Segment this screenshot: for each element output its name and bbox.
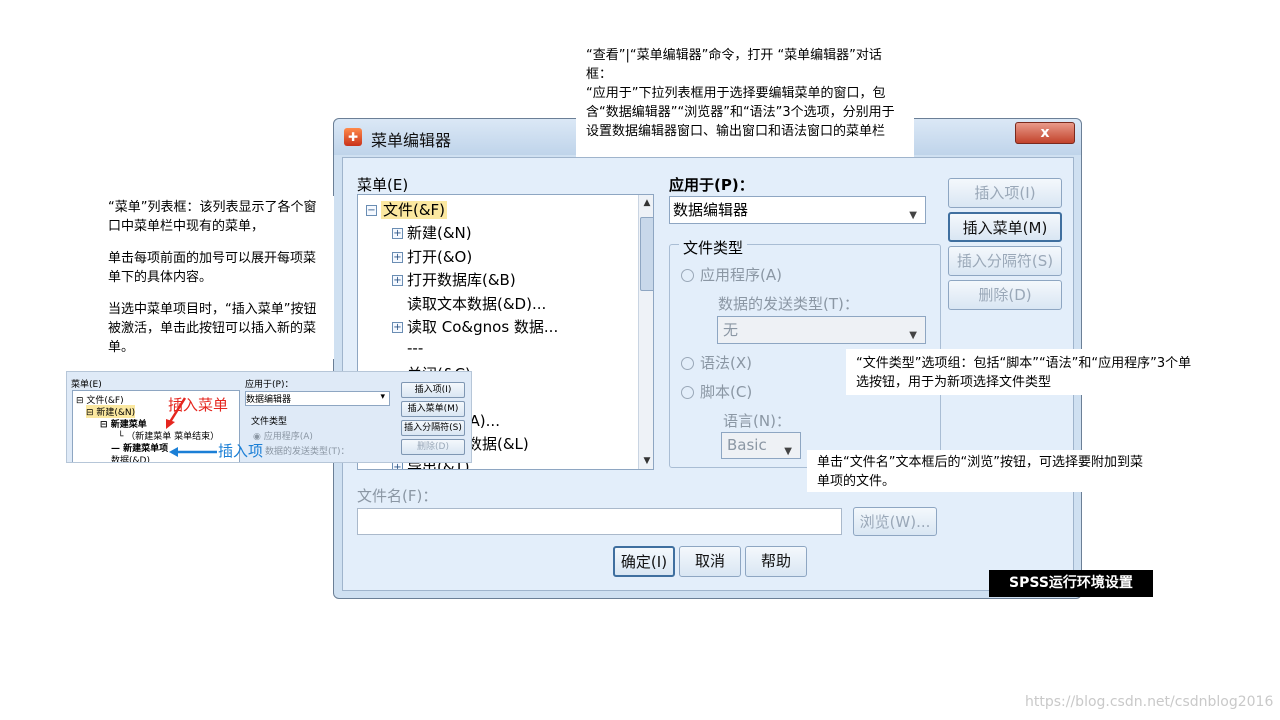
scroll-down-icon[interactable]: ▼ (639, 453, 653, 469)
tree-item-label: 读取 Co&gnos 数据... (407, 318, 559, 336)
watermark: https://blog.csdn.net/csdnblog2016 (1025, 694, 1274, 710)
apply-to-select[interactable]: 数据编辑器 ▼ (669, 196, 926, 224)
tree-item-label: 读取文本数据(&D)... (407, 294, 547, 313)
send-type-label: 数据的发送类型(T)： (718, 295, 859, 313)
app-icon: ✚ (344, 128, 362, 146)
radio-script[interactable]: 脚本(C) (681, 381, 752, 402)
close-icon: x (1040, 125, 1050, 141)
expand-icon[interactable]: + (392, 322, 403, 333)
ok-button[interactable]: 确定(I) (613, 546, 675, 577)
scroll-thumb[interactable] (640, 217, 653, 291)
tree-item-label: 打开(&O) (407, 247, 473, 266)
send-type-select[interactable]: 无 ▼ (717, 316, 926, 344)
tree-item[interactable]: + 新建(&N) (392, 222, 472, 243)
apply-to-label: 应用于(P)： (669, 176, 754, 194)
insert-separator-button[interactable]: 插入分隔符(S) (948, 246, 1062, 276)
collapse-icon[interactable]: − (366, 205, 377, 216)
tree-item[interactable]: + 打开数据库(&B) (392, 269, 516, 290)
apply-to-value: 数据编辑器 (673, 201, 749, 219)
tree-item-label: 新建(&N) (407, 224, 472, 243)
dialog-title: 菜单编辑器 (371, 131, 452, 150)
insert-item-button[interactable]: 插入项(I) (948, 178, 1062, 208)
menu-list-label: 菜单(E) (357, 176, 409, 194)
filetype-title: 文件类型 (679, 237, 748, 258)
chevron-down-icon: ▼ (784, 446, 792, 457)
radio-application[interactable]: 应用程序(A) (681, 264, 782, 285)
radio-icon (681, 357, 694, 370)
chevron-down-icon: ▼ (909, 330, 917, 341)
blue-arrow-head (169, 447, 178, 457)
inset-screenshot: 菜单(E) ⊟ 文件(&F) ⊟ 新建(&N) ⊟ 新建菜单 └ （新建菜单 菜… (66, 371, 472, 463)
apply-to-annotation: “查看”|“菜单编辑器”命令，打开 “菜单编辑器”对话框： “应用于”下拉列表框… (576, 42, 914, 157)
help-button[interactable]: 帮助 (745, 546, 807, 577)
radio-icon (681, 386, 694, 399)
insert-menu-label: 插入菜单 (168, 396, 229, 414)
tree-scrollbar[interactable]: ▲ ▼ (638, 195, 653, 469)
tree-item[interactable]: --- (392, 339, 423, 357)
section-tag: SPSS运行环境设置 (989, 570, 1153, 597)
menu-list-annotation: “菜单”列表框：该列表显示了各个窗口中菜单栏中现有的菜单， 单击每项前面的加号可… (98, 196, 334, 359)
chevron-down-icon: ▼ (909, 210, 917, 221)
expand-icon[interactable]: + (392, 462, 403, 469)
insert-menu-button[interactable]: 插入菜单(M) (948, 212, 1062, 242)
tree-item-label: --- (407, 339, 424, 358)
delete-button[interactable]: 删除(D) (948, 280, 1062, 310)
scroll-up-icon[interactable]: ▲ (639, 195, 653, 211)
expand-icon[interactable]: + (392, 251, 403, 263)
radio-icon (681, 269, 694, 282)
browse-button[interactable]: 浏览(W)... (853, 507, 937, 536)
browse-annotation: 单击“文件名”文本框后的“浏览”按钮，可选择要附加到菜单项的文件。 (807, 450, 1163, 492)
tree-item-label: 打开数据库(&B) (407, 271, 516, 290)
cancel-button[interactable]: 取消 (679, 546, 741, 577)
tree-item[interactable]: 读取文本数据(&D)... (392, 293, 546, 314)
tree-item[interactable]: − 文件(&F) (366, 199, 448, 220)
expand-icon[interactable]: + (392, 228, 403, 240)
inset-arrows (166, 397, 217, 457)
tree-item[interactable]: + 打开(&O) (392, 246, 472, 267)
insert-item-label: 插入项 (218, 442, 264, 460)
filetype-annotation: “文件类型”选项组：包括“脚本”“语法”和“应用程序”3个单选按钮，用于为新项选… (846, 349, 1212, 395)
filename-label: 文件名(F)： (357, 487, 438, 505)
tree-item-label: 文件(&F) (381, 201, 448, 219)
language-label: 语言(N)： (723, 412, 791, 430)
filename-input[interactable] (357, 508, 842, 535)
radio-syntax[interactable]: 语法(X) (681, 352, 752, 373)
language-select[interactable]: Basic ▼ (721, 432, 801, 459)
close-button[interactable]: x (1015, 122, 1075, 144)
expand-icon[interactable]: + (392, 275, 403, 287)
tree-item[interactable]: + 读取 Co&gnos 数据... (392, 316, 558, 337)
red-arrow-head (166, 419, 175, 429)
